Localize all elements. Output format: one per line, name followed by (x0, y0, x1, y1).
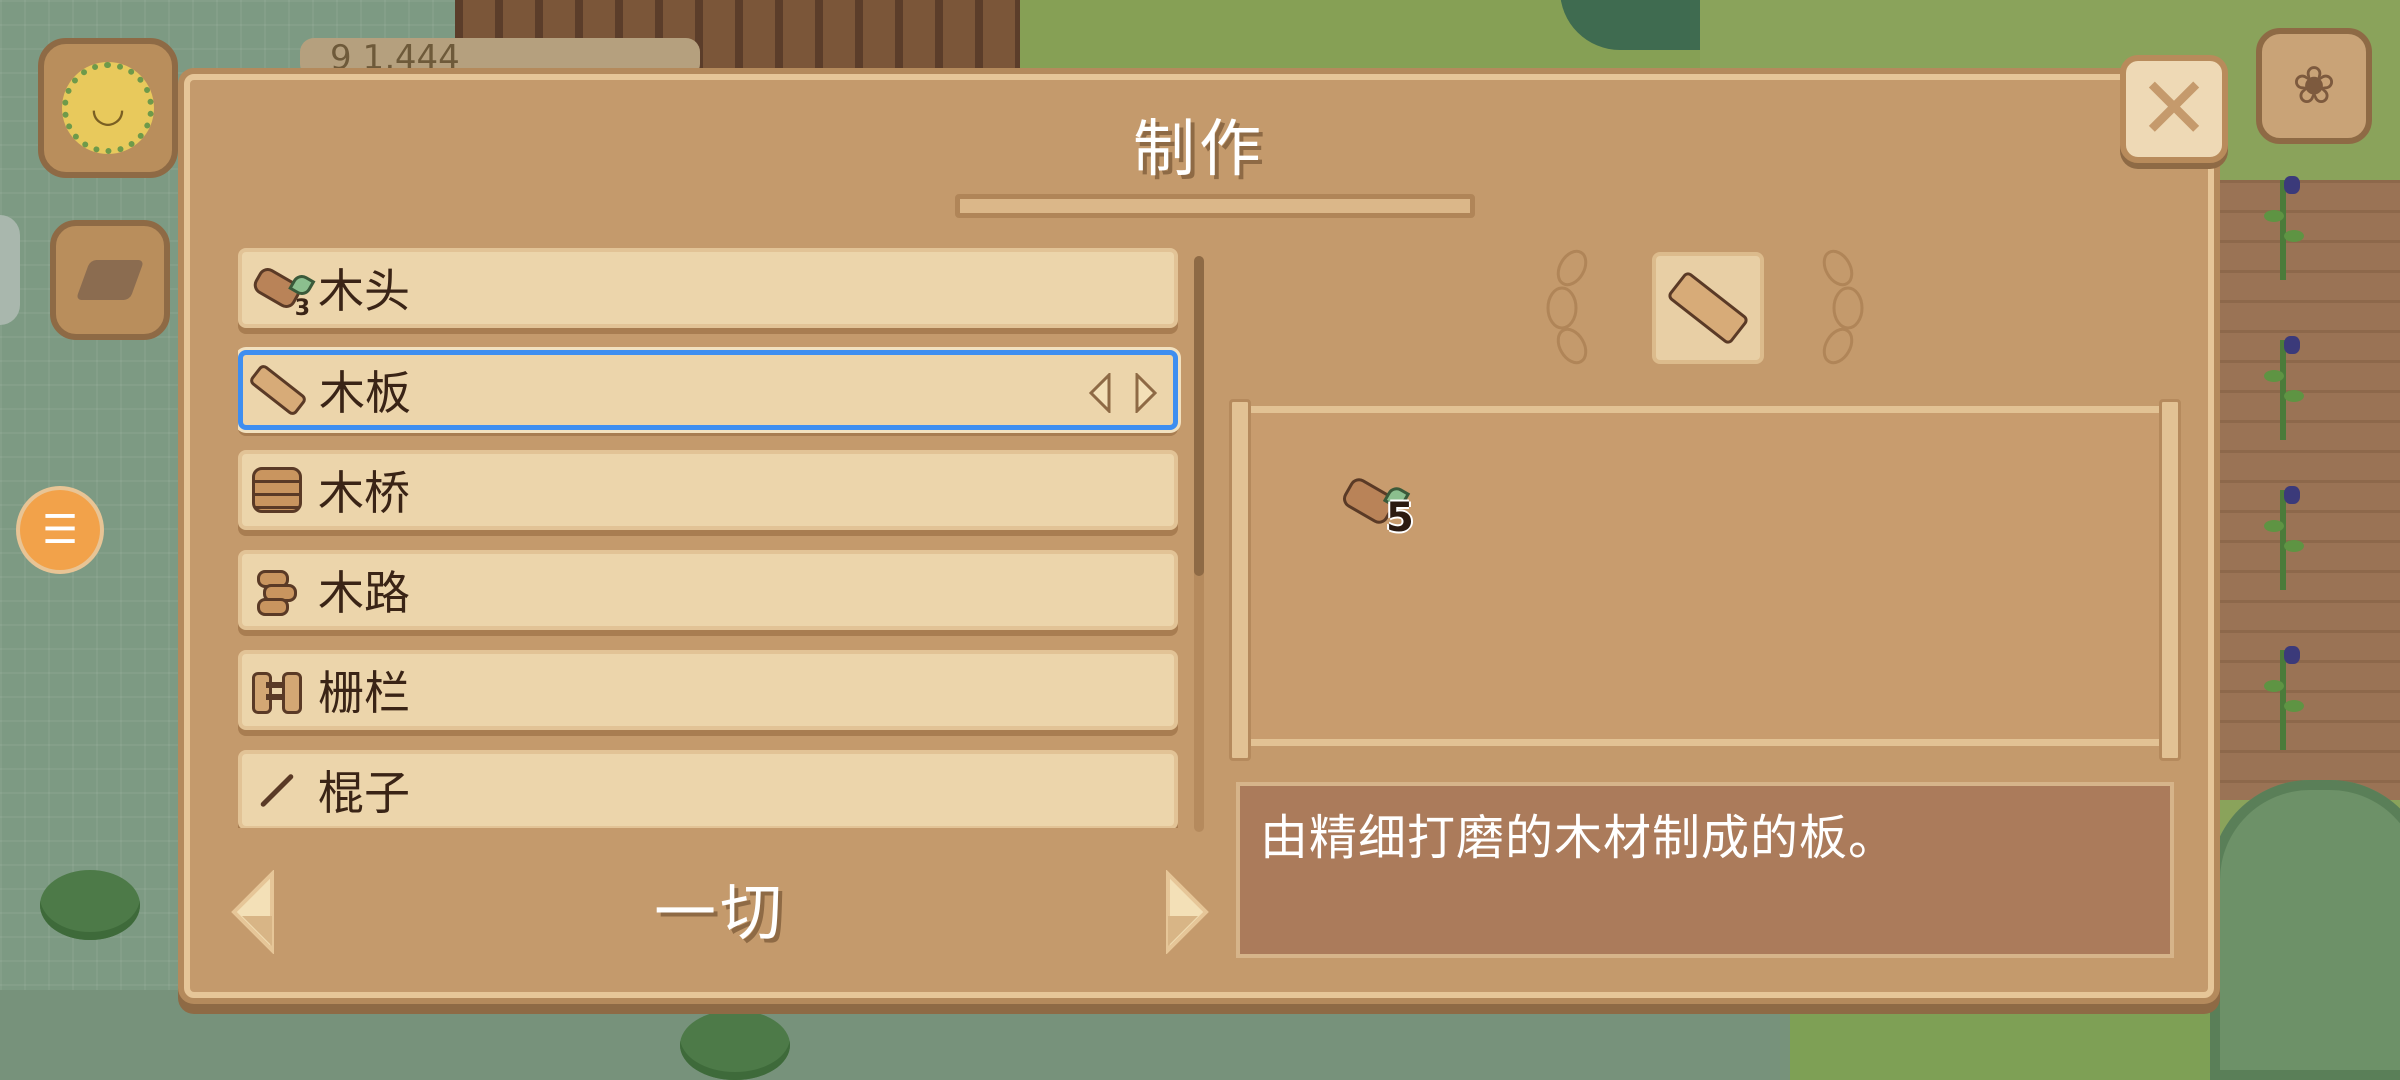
recipe-label: 木头 (318, 264, 410, 318)
recipe-item-path[interactable]: 木路 (238, 550, 1178, 630)
category-label: 一切 (653, 876, 786, 949)
recipe-label: 木桥 (318, 466, 410, 520)
panel-title: 制作 (1132, 112, 1265, 185)
recipe-item-log[interactable]: 3 木头 (238, 248, 1178, 328)
paw-icon: ❀ (2292, 56, 2336, 116)
recipe-item-stick[interactable]: 棍子 (238, 750, 1178, 828)
log-icon: 3 (242, 253, 312, 323)
category-prev-arrow-icon[interactable] (228, 870, 276, 954)
recipe-item-fence[interactable]: 栅栏 (238, 650, 1178, 730)
recipe-scrollbar[interactable] (1194, 256, 1204, 832)
side-tab[interactable] (0, 215, 20, 325)
bridge-icon (242, 455, 312, 525)
recipe-label: 棍子 (318, 766, 410, 820)
money-value: 9 1,444 (330, 38, 460, 78)
list-icon: ☰ (42, 507, 78, 553)
close-icon: ✕ (2137, 59, 2211, 159)
axe-icon (75, 260, 145, 300)
sunflower-avatar-icon: ◡ (62, 62, 154, 154)
description-box: 由精细打磨的木材制成的板。 (1236, 782, 2174, 958)
lily-pad (40, 870, 140, 940)
ingredients-box: 5 (1229, 399, 2181, 761)
crop-plant (2262, 480, 2304, 590)
path-icon (242, 555, 312, 625)
tool-slot[interactable] (50, 220, 170, 340)
bush (2210, 780, 2400, 1080)
recipe-label: 栅栏 (318, 666, 410, 720)
leaf-decoration-icon (1546, 249, 1588, 365)
decrease-arrow-icon[interactable] (1087, 373, 1111, 413)
ingredient-count: 5 (1386, 495, 1414, 541)
money-display: 9 1,444 (300, 38, 700, 78)
recipe-qty: 3 (294, 296, 310, 321)
recipe-item-plank[interactable]: 木板 (238, 350, 1178, 430)
ingredient-slot[interactable]: 5 (1338, 463, 1414, 541)
recipe-item-bridge[interactable]: 木桥 (238, 450, 1178, 530)
crop-plant (2262, 640, 2304, 750)
crop-plant (2262, 330, 2304, 440)
recipe-list[interactable]: 3 木头 木板 木桥 木路 栅栏 棍子 (238, 248, 1188, 828)
plank-icon (1666, 269, 1750, 347)
recipe-label: 木板 (319, 366, 411, 420)
lily-pad (680, 1010, 790, 1080)
close-button[interactable]: ✕ (2120, 55, 2228, 163)
category-next-arrow-icon[interactable] (1164, 870, 1212, 954)
scrollbar-thumb[interactable] (1194, 256, 1204, 576)
recipe-label: 木路 (318, 566, 410, 620)
fence-icon (242, 655, 312, 725)
crafted-item-preview (1652, 252, 1764, 364)
increase-arrow-icon[interactable] (1135, 373, 1159, 413)
player-avatar[interactable]: ◡ (38, 38, 178, 178)
farm-soil (2220, 180, 2400, 800)
grass-area (1790, 1000, 2210, 1080)
item-description: 由精细打磨的木材制成的板。 (1260, 810, 1898, 866)
crafting-panel: 制作 3 木头 木板 木桥 木路 栅栏 棍子 一切 5 由精细打磨的木材制成的板… (184, 74, 2214, 998)
leaf-decoration-icon (1822, 249, 1864, 365)
list-menu-button[interactable]: ☰ (20, 490, 100, 570)
title-divider (955, 194, 1475, 218)
crop-plant (2262, 170, 2304, 280)
plank-icon (243, 355, 313, 425)
pet-button[interactable]: ❀ (2256, 28, 2372, 144)
stick-icon (242, 755, 312, 825)
